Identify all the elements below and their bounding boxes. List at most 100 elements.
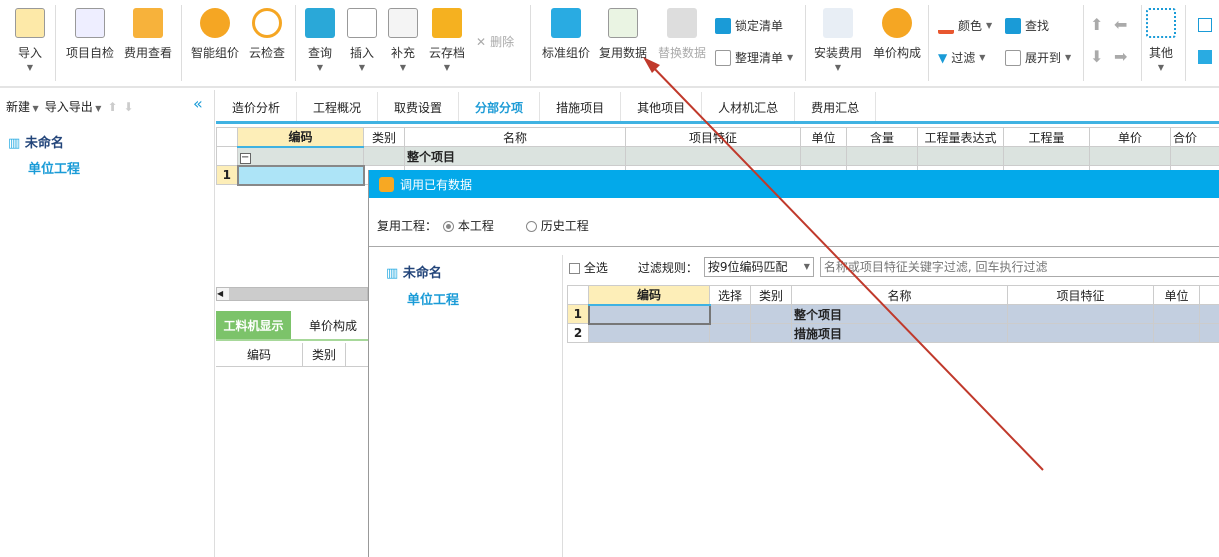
select-all-checkbox[interactable]: 全选 xyxy=(569,259,608,276)
chevron-down-icon: ▼ xyxy=(834,63,842,72)
fee-view-button[interactable]: 费用查看 xyxy=(120,8,176,61)
self-check-button[interactable]: 项目自检 xyxy=(62,8,118,61)
bottom-grid-header: 编码 类别 xyxy=(216,343,368,367)
col-code[interactable]: 编码 xyxy=(237,127,364,148)
radio-history-project[interactable]: 历史工程 xyxy=(525,217,589,234)
replace-data-button[interactable]: 替换数据 xyxy=(654,8,710,61)
tab-sub-items[interactable]: 分部分项 xyxy=(459,92,541,121)
col-expr[interactable]: 工程量表达式 xyxy=(917,127,1004,147)
dialog-tree-unit[interactable]: 单位工程 xyxy=(407,289,459,308)
tool-icon[interactable] xyxy=(1198,50,1212,64)
delete-button[interactable]: ✕ 删除 xyxy=(476,33,514,50)
arrow-up-icon[interactable]: ⬆ xyxy=(107,100,117,114)
col-price[interactable]: 单价 xyxy=(1089,127,1171,147)
x-icon: ✕ xyxy=(476,34,487,49)
move-up-button[interactable]: ⬆ xyxy=(1090,15,1103,34)
table-row[interactable]: 1 整个项目 xyxy=(567,303,1219,325)
tidy-list-button[interactable]: 整理清单 ▼ xyxy=(715,49,793,66)
tree-node-unit[interactable]: 单位工程 xyxy=(28,158,80,177)
ribbon-toolbar: 导入 ▼ 项目自检 费用查看 智能组价 云检查 查询 ▼ 插入 ▼ 补充 ▼ 云存档 ▼ … xyxy=(0,0,1219,88)
lock-icon xyxy=(715,17,731,34)
yuan-icon xyxy=(882,8,912,38)
import-export-menu[interactable]: 导入导出 ▼ xyxy=(45,98,102,115)
binoculars-icon xyxy=(1005,17,1021,34)
cloud-archive-button[interactable]: 云存档 ▼ xyxy=(419,8,475,72)
tab-labor-material[interactable]: 人材机汇总 xyxy=(702,92,796,121)
tree-node-root[interactable]: ▥ 未命名 xyxy=(8,132,64,151)
col-qty[interactable]: 工程量 xyxy=(1003,127,1090,147)
building-icon: ▥ xyxy=(8,136,21,151)
col-type[interactable]: 类别 xyxy=(750,285,792,305)
unit-price-comp-button[interactable]: 单价构成 xyxy=(869,8,925,61)
col-feature[interactable]: 项目特征 xyxy=(1007,285,1154,305)
cloud-check-button[interactable]: 云检查 xyxy=(239,8,295,61)
other-button[interactable]: 其他 ▼ xyxy=(1133,8,1189,72)
col-code[interactable]: 编码 xyxy=(588,285,710,306)
expand-to-button[interactable]: 展开到 ▼ xyxy=(1005,49,1071,66)
smart-price-button[interactable]: 智能组价 xyxy=(187,8,243,61)
folder-cloud-icon xyxy=(432,8,462,38)
chevron-down-icon: ▼ xyxy=(1157,63,1165,72)
radio-this-project[interactable]: 本工程 xyxy=(443,217,494,234)
filter-button[interactable]: ▼ 过滤 ▼ xyxy=(938,49,985,66)
app-logo-icon xyxy=(379,176,394,192)
std-price-button[interactable]: 标准组价 xyxy=(538,8,594,61)
col-unit[interactable]: 单位 xyxy=(800,127,847,147)
move-left-button[interactable]: ⬅ xyxy=(1114,15,1127,34)
tab-fee-summary[interactable]: 费用汇总 xyxy=(795,92,877,121)
cloud-yuan-icon xyxy=(200,8,230,38)
col-name[interactable]: 名称 xyxy=(404,127,626,147)
col-total[interactable]: 合价 xyxy=(1170,127,1219,147)
main-tabs: 造价分析 工程概况 取费设置 分部分项 措施项目 其他项目 人材机汇总 费用汇总 xyxy=(216,92,1219,124)
col-code[interactable]: 编码 xyxy=(216,343,303,366)
calculator-icon[interactable] xyxy=(1198,18,1212,32)
import-button[interactable]: 导入 ▼ xyxy=(2,8,58,72)
horizontal-scrollbar[interactable]: ◀ xyxy=(216,287,368,301)
funnel-icon: ▼ xyxy=(938,50,948,65)
find-button[interactable]: 查找 xyxy=(1005,17,1049,34)
tab-cost-analysis[interactable]: 造价分析 xyxy=(216,92,298,121)
table-row[interactable]: 2 措施项目 xyxy=(567,323,1219,343)
tab-fee-settings[interactable]: 取费设置 xyxy=(378,92,460,121)
tab-labor-display[interactable]: 工料机显示 xyxy=(216,311,291,339)
dialog-tree-root[interactable]: ▥ 未命名 xyxy=(386,262,442,281)
lock-list-button[interactable]: 锁定清单 xyxy=(715,17,783,34)
move-down-button[interactable]: ⬇ xyxy=(1090,47,1103,66)
bottom-tabs: 工料机显示 单价构成 xyxy=(216,311,368,341)
magnifier-icon xyxy=(133,8,163,38)
tab-measures[interactable]: 措施项目 xyxy=(540,92,622,121)
col-unit[interactable]: 单位 xyxy=(1153,285,1200,305)
install-fee-button[interactable]: 安装费用 ▼ xyxy=(810,8,866,72)
grid-icon xyxy=(1146,8,1176,38)
color-button[interactable]: 颜色 ▼ xyxy=(938,17,992,34)
collapse-panel-icon[interactable]: « xyxy=(193,94,203,113)
insert-icon xyxy=(347,8,377,38)
cloud-icon xyxy=(252,8,282,38)
reuse-grid: 编码 选择 类别 名称 项目特征 单位 1 整个项目 2 措施项目 xyxy=(567,285,1219,343)
building-icon: ▥ xyxy=(386,266,399,281)
keyword-filter-input[interactable] xyxy=(819,257,1219,277)
scroll-left-icon: ◀ xyxy=(217,288,229,300)
col-select[interactable]: 选择 xyxy=(709,285,751,305)
dialog-title-bar[interactable]: 调用已有数据 xyxy=(369,170,1219,198)
arrow-down-icon[interactable]: ⬇ xyxy=(124,100,134,114)
tab-unit-price-comp[interactable]: 单价构成 xyxy=(291,311,368,339)
arrow-left-icon: ⬅ xyxy=(1114,15,1128,34)
reuse-data-button[interactable]: 复用数据 xyxy=(595,8,651,61)
table-row[interactable]: − 整个项目 xyxy=(216,146,1219,166)
tab-other-items[interactable]: 其他项目 xyxy=(621,92,703,121)
import-icon xyxy=(15,8,45,38)
columns-icon xyxy=(551,8,581,38)
col-type[interactable]: 类别 xyxy=(303,343,346,366)
replace-icon xyxy=(667,8,697,38)
col-type[interactable]: 类别 xyxy=(363,127,405,147)
col-content[interactable]: 含量 xyxy=(846,127,918,147)
col-feature[interactable]: 项目特征 xyxy=(625,127,801,147)
filter-rule-select[interactable]: 按9位编码匹配 ▼ xyxy=(703,257,814,277)
reuse-source: 复用工程： 本工程 历史工程 xyxy=(377,217,589,234)
new-menu[interactable]: 新建 ▼ xyxy=(6,98,39,115)
collapse-icon[interactable]: − xyxy=(240,152,251,164)
tab-overview[interactable]: 工程概况 xyxy=(297,92,379,121)
move-right-button[interactable]: ➡ xyxy=(1114,47,1127,66)
col-name[interactable]: 名称 xyxy=(791,285,1008,305)
